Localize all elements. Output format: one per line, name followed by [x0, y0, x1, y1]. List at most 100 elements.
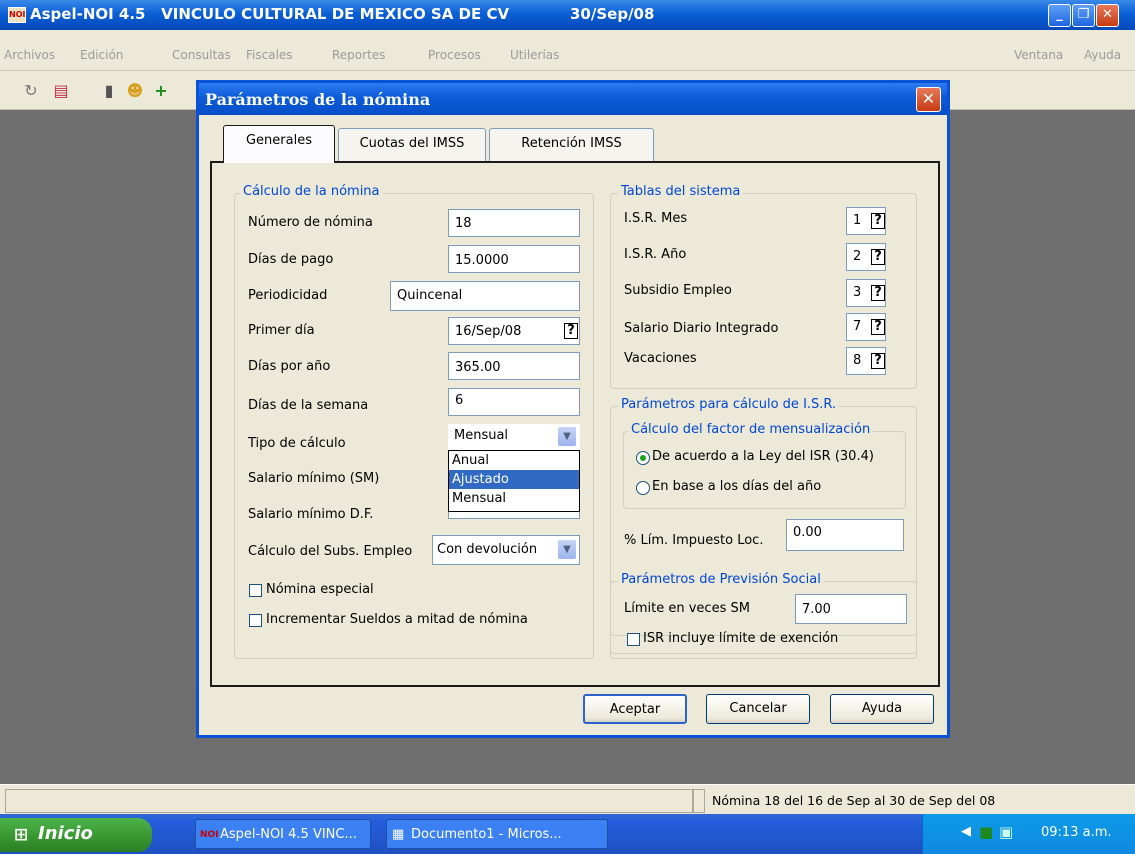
periodicidad-label: Periodicidad — [248, 288, 328, 303]
menu-ayuda[interactable]: Ayuda — [1084, 48, 1121, 62]
radio-ley-isr-label: De acuerdo a la Ley del ISR (30.4) — [652, 449, 874, 464]
close-icon[interactable]: ✕ — [916, 87, 941, 112]
dias-anio-input[interactable]: 365.00 — [448, 352, 580, 380]
refresh-icon[interactable]: ↻ — [20, 81, 42, 101]
help-icon[interactable]: ? — [871, 285, 885, 301]
chevron-down-icon[interactable]: ▼ — [558, 540, 576, 559]
clock[interactable]: 09:13 a.m. — [1041, 825, 1112, 840]
menu-procesos[interactable]: Procesos — [428, 48, 481, 62]
tab-cuotas-imss[interactable]: Cuotas del IMSS — [338, 128, 486, 162]
dialog-title: Parámetros de la nómina — [205, 90, 431, 109]
task-aspel-noi-label: Aspel-NOI 4.5 VINC... — [220, 827, 357, 842]
menu-utilerias[interactable]: Utilerías — [510, 48, 559, 62]
factor-mensualizacion-group — [623, 431, 906, 509]
menu-ventana[interactable]: Ventana — [1014, 48, 1063, 62]
ayuda-button[interactable]: Ayuda — [830, 694, 934, 724]
restore-icon[interactable]: ❐ — [1072, 4, 1095, 27]
task-documento1[interactable]: ▦ Documento1 - Micros... — [386, 819, 608, 849]
windows-logo-icon: ⊞ — [14, 825, 29, 845]
tipo-calculo-dropdown-list: Anual Ajustado Mensual — [448, 450, 580, 512]
subs-empleo-label: Cálculo del Subs. Empleo — [248, 544, 413, 559]
menu-fiscales[interactable]: Fiscales — [246, 48, 293, 62]
limite-veces-sm-label: Límite en veces SM — [624, 601, 750, 616]
incrementar-sueldos-checkbox[interactable] — [249, 614, 262, 627]
close-icon[interactable]: ✕ — [1096, 4, 1119, 27]
help-icon[interactable]: ? — [871, 249, 885, 265]
dias-anio-label: Días por año — [248, 359, 331, 374]
tipo-calculo-label: Tipo de cálculo — [248, 436, 346, 451]
dias-semana-label: Días de la semana — [248, 398, 369, 413]
aceptar-button[interactable]: Aceptar — [583, 694, 687, 724]
help-icon[interactable]: ? — [871, 353, 885, 369]
bottle-icon[interactable]: ▮ — [98, 81, 120, 101]
menu-reportes[interactable]: Reportes — [332, 48, 385, 62]
tab-panel-generales: Cálculo de la nómina Número de nómina 18… — [210, 161, 940, 687]
prevision-social-title: Parámetros de Previsión Social — [618, 572, 824, 587]
primer-dia-value: 16/Sep/08 — [455, 324, 522, 339]
status-cell — [693, 789, 705, 813]
app-title-bar: NOI Aspel-NOI 4.5 VINCULO CULTURAL DE ME… — [0, 0, 1135, 30]
tab-retencion-imss[interactable]: Retención IMSS — [489, 128, 654, 162]
task-documento1-label: Documento1 - Micros... — [411, 827, 562, 842]
calculo-nomina-title: Cálculo de la nómina — [240, 184, 383, 199]
menu-archivos[interactable]: Archivos — [4, 48, 55, 62]
app-logo-icon: NOI — [200, 830, 219, 840]
radio-dias-anio[interactable] — [636, 481, 650, 495]
primer-dia-input[interactable]: 16/Sep/08 — [448, 317, 580, 345]
users-icon[interactable]: ☻ — [124, 81, 146, 101]
word-icon: ▦ — [392, 827, 405, 842]
isr-incluye-label: ISR incluye límite de exención — [643, 631, 839, 646]
dropdown-option-mensual[interactable]: Mensual — [449, 489, 579, 508]
tray-app-icon[interactable]: ■ — [979, 823, 993, 841]
system-tray: ◀ ■ ▣ 09:13 a.m. — [922, 814, 1135, 854]
tabla-isr-mes-label: I.S.R. Mes — [624, 211, 688, 226]
network-icon[interactable]: ▣ — [999, 823, 1013, 841]
status-bar: Nómina 18 del 16 de Sep al 30 de Sep del… — [0, 784, 1135, 815]
incrementar-sueldos-label: Incrementar Sueldos a mitad de nómina — [266, 612, 528, 627]
tablas-sistema-title: Tablas del sistema — [618, 184, 744, 199]
parametros-dialog: Parámetros de la nómina ✕ Generales Cuot… — [196, 80, 950, 738]
nomina-especial-checkbox[interactable] — [249, 584, 262, 597]
menu-bar: Archivos Edición Consultas Fiscales Repo… — [0, 30, 1135, 71]
tabla-sdi-label: Salario Diario Integrado — [624, 321, 779, 336]
help-icon[interactable]: ? — [871, 319, 885, 335]
status-text: Nómina 18 del 16 de Sep al 30 de Sep del… — [712, 793, 996, 808]
tray-arrow-icon[interactable]: ◀ — [961, 824, 971, 839]
periodicidad-input[interactable]: Quincenal — [390, 281, 580, 311]
tabla-subsidio-label: Subsidio Empleo — [624, 283, 732, 298]
limite-veces-sm-input[interactable]: 7.00 — [795, 594, 907, 624]
primer-dia-label: Primer día — [248, 323, 315, 338]
tab-generales[interactable]: Generales — [223, 125, 335, 163]
dropdown-option-ajustado[interactable]: Ajustado — [449, 470, 579, 489]
dropdown-option-anual[interactable]: Anual — [449, 451, 579, 470]
menu-edicion[interactable]: Edición — [80, 48, 123, 62]
numero-nomina-label: Número de nómina — [248, 215, 373, 230]
lim-impuesto-label: % Lím. Impuesto Loc. — [624, 533, 764, 548]
start-button[interactable]: ⊞ Inicio — [0, 818, 152, 852]
dias-pago-input[interactable]: 15.0000 — [448, 245, 580, 273]
tabla-vacaciones-label: Vacaciones — [624, 351, 697, 366]
start-label: Inicio — [38, 823, 93, 844]
radio-ley-isr[interactable] — [636, 451, 650, 465]
cancelar-button[interactable]: Cancelar — [706, 694, 810, 724]
report-icon[interactable]: ▤ — [50, 81, 72, 101]
app-date: 30/Sep/08 — [570, 5, 655, 23]
dias-semana-input[interactable]: 6 — [448, 388, 580, 416]
isr-parametros-title: Parámetros para cálculo de I.S.R. — [618, 397, 840, 412]
status-cell — [5, 789, 693, 813]
isr-incluye-checkbox[interactable] — [627, 633, 640, 646]
add-icon[interactable]: + — [150, 81, 172, 101]
task-aspel-noi[interactable]: NOI Aspel-NOI 4.5 VINC... — [195, 819, 371, 849]
menu-consultas[interactable]: Consultas — [172, 48, 231, 62]
lim-impuesto-input[interactable]: 0.00 — [786, 519, 904, 551]
chevron-down-icon[interactable]: ▼ — [558, 427, 576, 446]
help-icon[interactable]: ? — [871, 213, 885, 229]
minimize-icon[interactable]: _ — [1048, 4, 1071, 27]
salario-minimo-label: Salario mínimo (SM) — [248, 471, 380, 486]
primer-dia-help-icon[interactable]: ? — [564, 323, 578, 339]
app-title: Aspel-NOI 4.5 VINCULO CULTURAL DE MEXICO… — [30, 5, 510, 23]
radio-dias-anio-label: En base a los días del año — [652, 479, 822, 494]
numero-nomina-input[interactable]: 18 — [448, 209, 580, 237]
salario-minimo-df-label: Salario mínimo D.F. — [248, 507, 374, 522]
subs-empleo-value: Con devolución — [437, 542, 538, 557]
